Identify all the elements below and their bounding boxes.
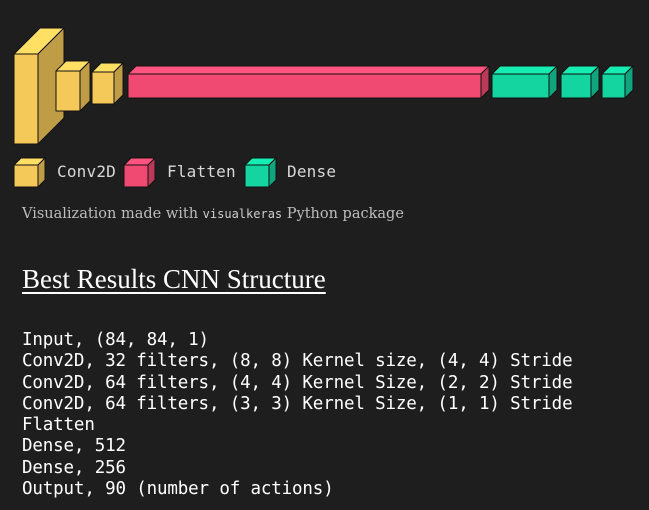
legend-icon-flatten-front <box>123 164 149 188</box>
structure-line-conv2: Conv2D, 64 filters, (4, 4) Kernel Size, … <box>22 372 573 393</box>
legend-icon-dense <box>244 157 277 188</box>
structure-list: Input, (84, 84, 1) Conv2D, 32 filters, (… <box>22 330 573 500</box>
structure-line-conv3: Conv2D, 64 filters, (3, 3) Kernel Size, … <box>22 393 573 414</box>
layer-conv2d-2-front <box>55 70 81 112</box>
legend-icon-flatten <box>123 157 156 188</box>
layer-dense-2 <box>560 65 600 99</box>
layer-dense-1 <box>491 65 558 99</box>
layer-flatten <box>127 65 490 99</box>
legend-label-dense: Dense <box>287 162 337 181</box>
layer-flatten-top <box>127 65 490 75</box>
layer-conv2d-1-front <box>13 53 39 145</box>
legend-icon-dense-front <box>244 164 270 188</box>
layer-conv2d-3 <box>91 62 124 105</box>
structure-line-output: Output, 90 (number of actions) <box>22 479 334 500</box>
legend-icon-conv2d-front <box>13 164 39 188</box>
legend-label-flatten: Flatten <box>167 162 236 181</box>
layer-dense-2-front <box>560 73 592 99</box>
legend-label-conv2d: Conv2D <box>57 162 116 181</box>
visualkeras-caption: Visualization made with visualkeras Pyth… <box>22 206 404 222</box>
structure-line-dense2: Dense, 256 <box>22 457 126 478</box>
layer-dense-3-front <box>601 73 626 99</box>
caption-prefix: Visualization made with <box>22 206 199 222</box>
layer-conv2d-3-front <box>91 71 115 105</box>
structure-line-conv1: Conv2D, 32 filters, (8, 8) Kernel size, … <box>22 351 573 372</box>
caption-suffix: Python package <box>286 206 404 222</box>
layer-dense-1-top <box>491 65 558 75</box>
structure-line-dense1: Dense, 512 <box>22 436 126 457</box>
layer-conv2d-2 <box>55 60 91 112</box>
layer-dense-3 <box>601 65 634 99</box>
legend-icon-conv2d <box>13 157 46 188</box>
layer-flatten-front <box>127 73 482 99</box>
structure-heading: Best Results CNN Structure <box>22 264 326 294</box>
structure-line-flatten: Flatten <box>22 415 95 436</box>
structure-line-input: Input, (84, 84, 1) <box>22 330 209 350</box>
layer-dense-1-front <box>491 73 550 99</box>
caption-package: visualkeras <box>202 207 283 221</box>
